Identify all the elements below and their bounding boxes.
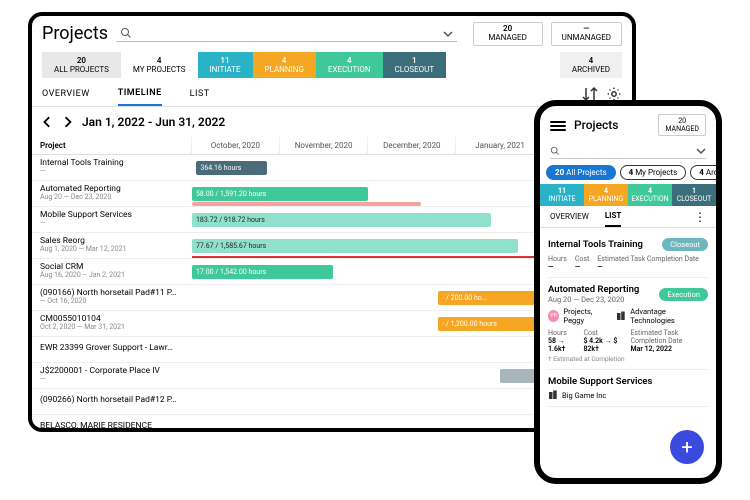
mobile-filter-chips: 20 All Projects 4 My Projects 4 Archive [540,165,716,184]
gantt-bar[interactable]: 77.67 / 1,585.67 hours [192,239,518,253]
col-month-2: December, 2020 [367,137,455,154]
date-range-label: Jan 1, 2022 - Jun 31, 2022 [82,115,225,129]
mobile-window: Projects 20MANAGED 20 All Projects 4 My … [534,100,722,484]
status-badge: Closeout [662,238,708,251]
filter-closeout[interactable]: 1CLOSEOUT [383,52,447,78]
building-icon [548,390,558,400]
tab-overview[interactable]: OVERVIEW [42,83,90,105]
chevron-down-icon[interactable] [696,146,706,156]
filter-my-projects[interactable]: 4MY PROJECTS [121,52,198,78]
col-month-0: October, 2020 [191,137,279,154]
mobile-title: Projects [574,118,650,132]
col-month-1: November, 2020 [279,137,367,154]
project-name: BELASCO, MARIE RESIDENCE [40,421,152,431]
page-title: Projects [42,23,108,44]
search-icon [120,27,132,39]
hamburger-icon[interactable] [550,119,566,131]
desktop-header: Projects 20MANAGED —UNMANAGED [32,16,632,52]
building-icon [616,311,626,321]
filter-archived[interactable]: 4ARCHIVED [560,52,622,78]
phase-planning[interactable]: 4PLANNING [584,184,628,206]
managed-pill[interactable]: 20MANAGED [473,22,543,46]
gantt-subbar [192,202,421,206]
tab-list[interactable]: LIST [190,83,210,105]
avatar: PP [548,310,559,322]
filter-execution[interactable]: 4EXECUTION [316,52,383,78]
status-badge: Execution [659,288,708,301]
card-internal-tools[interactable]: Internal Tools Training Closeout Hours— … [548,232,708,278]
project-name: Mobile Support Services [40,210,132,220]
project-name: Internal Tools Training [40,158,124,168]
mobile-managed-pill[interactable]: 20MANAGED [658,114,706,136]
next-arrow-icon[interactable] [62,116,74,128]
mobile-search[interactable] [550,144,706,159]
filter-tabs: 20ALL PROJECTS 4MY PROJECTS 11INITIATE 4… [32,52,632,82]
filter-all-projects[interactable]: 20ALL PROJECTS [42,52,121,78]
col-month-3: January, 2021 [455,137,543,154]
unmanaged-pill[interactable]: —UNMANAGED [551,22,622,46]
mobile-cards: Internal Tools Training Closeout Hours— … [540,228,716,411]
filter-initiate[interactable]: 11INITIATE [198,52,253,78]
gantt-bar[interactable]: 58.00 / 1,591.20 hours [192,187,368,201]
prev-arrow-icon[interactable] [42,116,54,128]
search-input[interactable] [132,28,443,39]
chip-my[interactable]: 4 My Projects [620,165,687,180]
project-name: (090266) North horsetail Pad#12 P… [40,395,177,405]
col-project: Project [32,137,191,154]
chip-all[interactable]: 20 All Projects [546,165,616,180]
phase-closeout[interactable]: 1CLOSEOUT [672,184,716,206]
mobile-view-tabs: OVERVIEW LIST ⋮ [540,206,716,228]
chevron-down-icon[interactable] [443,28,453,38]
company-row: Big Game Inc [548,390,708,400]
mobile-search-input[interactable] [560,146,696,156]
mobile-header: Projects 20MANAGED [540,106,716,144]
owner-row: PP Projects, Peggy Advantage Technologie… [548,307,708,325]
mobile-tab-overview[interactable]: OVERVIEW [550,207,589,226]
chip-archived[interactable]: 4 Archive [690,165,716,180]
card-automated-reporting[interactable]: Automated Reporting Aug 20 — Dec 23, 202… [548,278,708,370]
mobile-tab-list[interactable]: LIST [605,206,622,227]
project-name: EWR 23399 Grover Support - Lawr… [40,343,173,353]
gantt-bar[interactable]: 183.72 / 918.72 hours [192,213,491,227]
search-input-wrap[interactable] [116,25,457,42]
project-name: J$2200001 - Corporate Place IV [40,366,160,376]
card-mobile-support[interactable]: Mobile Support Services Big Game Inc [548,370,708,407]
search-icon [550,146,560,156]
tab-timeline[interactable]: TIMELINE [118,82,162,106]
more-icon[interactable]: ⋮ [694,210,706,224]
phase-execution[interactable]: 4EXECUTION [628,184,672,206]
gantt-bar[interactable]: 17.00 / 1,542.00 hours [192,265,333,279]
gantt-bar[interactable]: 364.16 hours [196,161,266,175]
mobile-phase-tabs: 11INITIATE 4PLANNING 4EXECUTION 1CLOSEOU… [540,184,716,206]
filter-planning[interactable]: 4PLANNING [253,52,316,78]
phase-initiate[interactable]: 11INITIATE [540,184,584,206]
fab-add-button[interactable]: + [670,430,704,464]
view-tabs: OVERVIEW TIMELINE LIST [32,82,632,107]
